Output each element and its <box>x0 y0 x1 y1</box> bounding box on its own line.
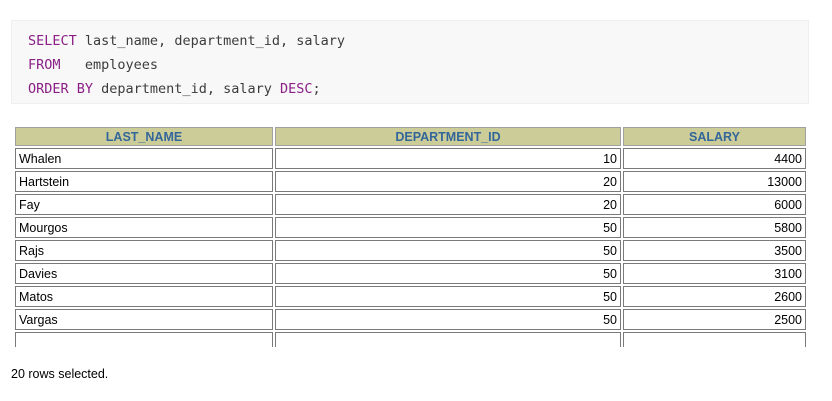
table-body: Whalen 10 4400 Hartstein 20 13000 Fay 20 6000 Mou… <box>15 148 806 347</box>
keyword-desc: DESC <box>279 81 313 97</box>
cell-salary: 13000 <box>623 171 806 192</box>
cell-salary: 3500 <box>623 240 806 261</box>
cell-last-name: Whalen <box>15 148 273 169</box>
cell-department-id: 50 <box>275 286 621 307</box>
keyword-from: FROM <box>28 57 61 73</box>
column-header-salary: SALARY <box>623 127 806 146</box>
cell-last-name: Rajs <box>15 240 273 261</box>
table-row: Vargas 50 2500 <box>15 309 806 330</box>
select-columns: last_name, department_id, salary <box>76 33 345 49</box>
table-row: Davies 50 3100 <box>15 263 806 284</box>
cell-last-name: Matos <box>15 286 273 307</box>
table-row: Fay 20 6000 <box>15 194 806 215</box>
from-table: employees <box>60 57 159 73</box>
table-row <box>15 332 806 347</box>
cell-salary: 2500 <box>623 309 806 330</box>
cell-last-name: Fay <box>15 194 273 215</box>
cell-department-id <box>275 332 621 347</box>
sql-code-block: SELECT last_name, department_id, salary … <box>11 20 809 104</box>
code-line-order-by: ORDER BY department_id, salary DESC; <box>28 77 808 101</box>
cell-department-id: 50 <box>275 240 621 261</box>
cell-salary: 3100 <box>623 263 806 284</box>
table-row: Mourgos 50 5800 <box>15 217 806 238</box>
cell-department-id: 20 <box>275 171 621 192</box>
cell-department-id: 20 <box>275 194 621 215</box>
cell-salary <box>623 332 806 347</box>
cell-salary: 5800 <box>623 217 806 238</box>
code-line-from: FROM employees <box>28 53 808 77</box>
table-row: Whalen 10 4400 <box>15 148 806 169</box>
cell-last-name <box>15 332 273 347</box>
order-by-columns: department_id, salary <box>93 81 280 97</box>
cell-department-id: 50 <box>275 217 621 238</box>
cell-salary: 4400 <box>623 148 806 169</box>
cell-last-name: Davies <box>15 263 273 284</box>
statement-terminator: ; <box>312 81 321 97</box>
column-header-department-id: DEPARTMENT_ID <box>275 127 621 146</box>
cell-last-name: Mourgos <box>15 217 273 238</box>
cell-salary: 2600 <box>623 286 806 307</box>
code-line-select: SELECT last_name, department_id, salary <box>28 29 808 53</box>
keyword-order-by: ORDER BY <box>28 81 94 97</box>
cell-last-name: Hartstein <box>15 171 273 192</box>
table-row: Matos 50 2600 <box>15 286 806 307</box>
cell-department-id: 10 <box>275 148 621 169</box>
cell-salary: 6000 <box>623 194 806 215</box>
cell-department-id: 50 <box>275 309 621 330</box>
table-row: Rajs 50 3500 <box>15 240 806 261</box>
table-header-row: LAST_NAME DEPARTMENT_ID SALARY <box>15 127 806 146</box>
column-header-last-name: LAST_NAME <box>15 127 273 146</box>
table-row: Hartstein 20 13000 <box>15 171 806 192</box>
results-table: LAST_NAME DEPARTMENT_ID SALARY Whalen 10 4… <box>13 125 806 347</box>
keyword-select: SELECT <box>28 33 77 49</box>
cell-last-name: Vargas <box>15 309 273 330</box>
rows-selected-message: 20 rows selected. <box>11 367 109 381</box>
results-table-container: LAST_NAME DEPARTMENT_ID SALARY Whalen 10 4… <box>13 125 806 347</box>
cell-department-id: 50 <box>275 263 621 284</box>
